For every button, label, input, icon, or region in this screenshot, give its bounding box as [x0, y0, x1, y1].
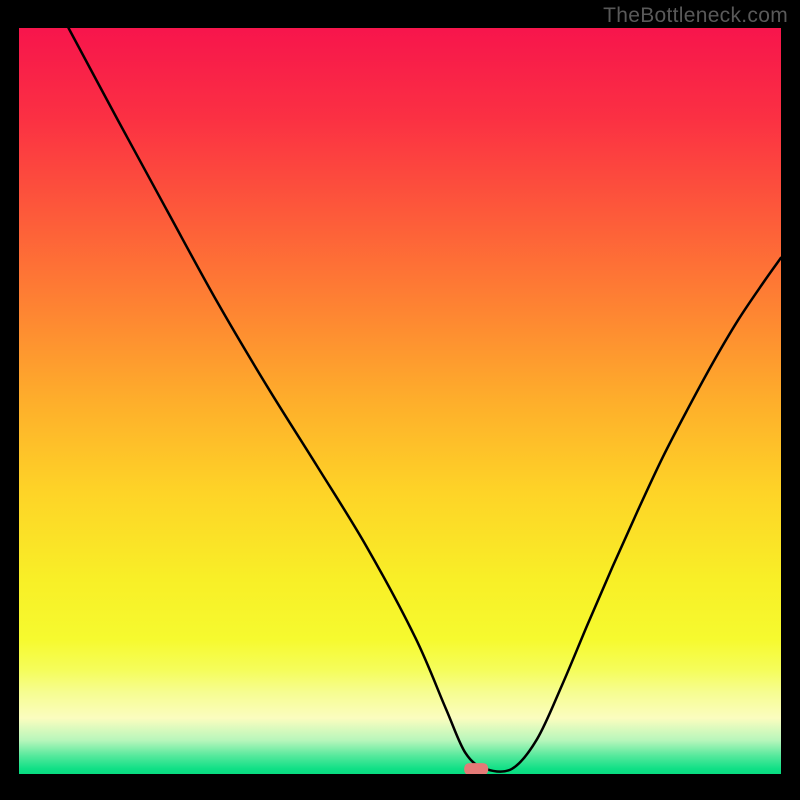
bottleneck-chart — [19, 28, 781, 774]
attribution-text: TheBottleneck.com — [603, 4, 788, 28]
plot-area — [19, 28, 781, 774]
optimal-marker — [464, 763, 488, 774]
chart-frame: TheBottleneck.com — [0, 0, 800, 800]
gradient-rect — [19, 28, 781, 774]
